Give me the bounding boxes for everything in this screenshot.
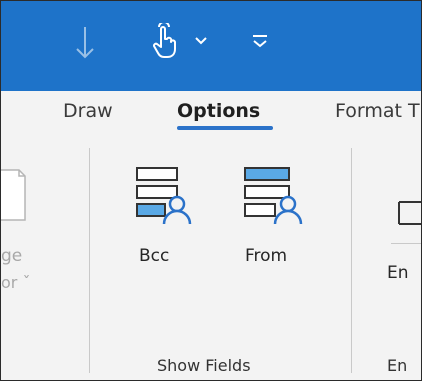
group-divider: [89, 148, 90, 373]
tab-options[interactable]: Options: [177, 100, 260, 122]
right-partial-button[interactable]: En: [387, 186, 421, 326]
group-divider: [351, 148, 352, 373]
customize-qat-icon[interactable]: [251, 31, 269, 51]
chevron-down-icon[interactable]: [193, 32, 209, 48]
tab-draw[interactable]: Draw: [63, 100, 113, 122]
from-label: From: [245, 246, 288, 266]
right-partial-group-label: En: [387, 356, 408, 375]
tab-format-text[interactable]: Format T: [335, 100, 420, 122]
separator-line: [391, 243, 421, 244]
active-tab-indicator: [177, 126, 273, 130]
ribbon-tabs: Draw Options Format T: [1, 91, 421, 146]
arrow-down-icon[interactable]: [75, 23, 95, 63]
page-color-icon[interactable]: [1, 162, 27, 222]
from-button[interactable]: From: [231, 158, 311, 290]
ribbon-panel: ge or ˇ Bcc From Show Fields En En: [1, 146, 421, 380]
bcc-button[interactable]: Bcc: [123, 158, 193, 290]
document-icon: [398, 201, 421, 225]
bcc-label: Bcc: [139, 246, 170, 266]
left-partial-label-2[interactable]: or ˇ: [1, 273, 30, 292]
title-bar: [1, 1, 421, 91]
right-partial-label: En: [387, 263, 409, 283]
outlook-window: Draw Options Format T ge or ˇ Bcc From S…: [0, 0, 422, 381]
left-partial-label-1[interactable]: ge: [1, 246, 22, 266]
from-field-icon: [244, 167, 303, 225]
show-fields-group-label: Show Fields: [157, 356, 251, 375]
touch-mode-icon[interactable]: [150, 23, 178, 59]
bcc-field-icon: [136, 167, 192, 225]
